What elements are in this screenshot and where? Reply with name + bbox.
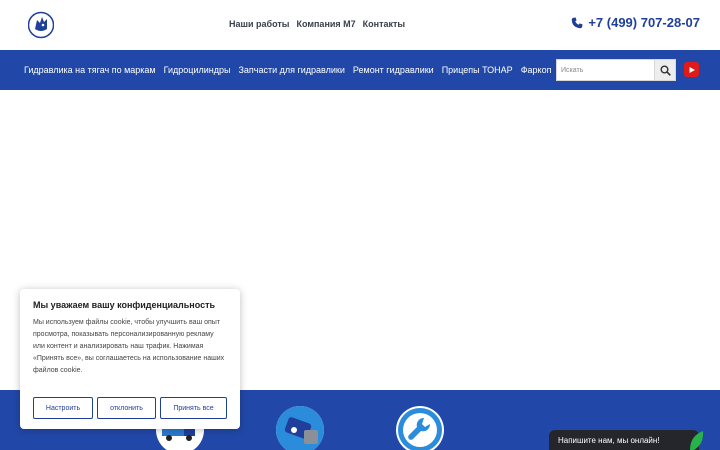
- nav-item-hydraulics-by-brand[interactable]: Гидравлика на тягач по маркам: [24, 64, 156, 76]
- feature-hydraulic-part[interactable]: [276, 406, 324, 450]
- feature-repair[interactable]: [396, 406, 444, 450]
- cookie-accept-all-button[interactable]: Принять все: [160, 397, 227, 419]
- cookie-reject-button[interactable]: отклонить: [97, 397, 156, 419]
- top-nav-contacts[interactable]: Контакты: [363, 18, 405, 30]
- chat-widget[interactable]: Напишите нам, мы онлайн!: [549, 430, 699, 450]
- nav-item-spare-parts[interactable]: Запчасти для гидравлики: [238, 64, 344, 76]
- search-button[interactable]: [654, 60, 675, 80]
- hydraulic-part-icon: [276, 406, 324, 450]
- nav-item-towbar[interactable]: Фаркоп: [521, 64, 552, 76]
- youtube-button[interactable]: [684, 62, 699, 77]
- cookie-buttons: Настроить отклонить Принять все: [33, 397, 227, 419]
- youtube-icon: [689, 66, 695, 73]
- cookie-title: Мы уважаем вашу конфиденциальность: [33, 300, 216, 310]
- nav-item-repair[interactable]: Ремонт гидравлики: [353, 64, 434, 76]
- chat-label: Напишите нам, мы онлайн!: [558, 435, 660, 445]
- nav-item-hydraulic-cylinders[interactable]: Гидроцилиндры: [164, 64, 231, 76]
- top-nav-company-m7[interactable]: Компания М7: [296, 18, 355, 30]
- cookie-customize-button[interactable]: Настроить: [33, 397, 93, 419]
- phone-number: +7 (499) 707-28-07: [588, 15, 700, 30]
- page: Наши работы Компания М7 Контакты +7 (499…: [0, 0, 720, 450]
- cookie-consent-banner: Мы уважаем вашу конфиденциальность Мы ис…: [20, 289, 240, 429]
- nav-item-tonar-trailers[interactable]: Прицепы ТОНАР: [442, 64, 513, 76]
- search-input[interactable]: [557, 60, 655, 80]
- rhino-logo-icon[interactable]: [28, 11, 54, 39]
- cookie-description: Мы используем файлы cookie, чтобы улучши…: [33, 319, 225, 374]
- wrench-icon: [398, 408, 442, 450]
- top-header: Наши работы Компания М7 Контакты +7 (499…: [0, 0, 720, 50]
- search-icon: [660, 65, 671, 76]
- top-nav: Наши работы Компания М7 Контакты: [229, 18, 405, 30]
- chat-leaf-icon: [690, 431, 704, 450]
- search-form: [556, 59, 676, 81]
- phone-icon: [572, 17, 583, 28]
- phone-link[interactable]: +7 (499) 707-28-07: [571, 15, 700, 30]
- top-nav-our-works[interactable]: Наши работы: [229, 18, 289, 30]
- main-nav-items: Гидравлика на тягач по маркам Гидроцилин…: [24, 50, 556, 90]
